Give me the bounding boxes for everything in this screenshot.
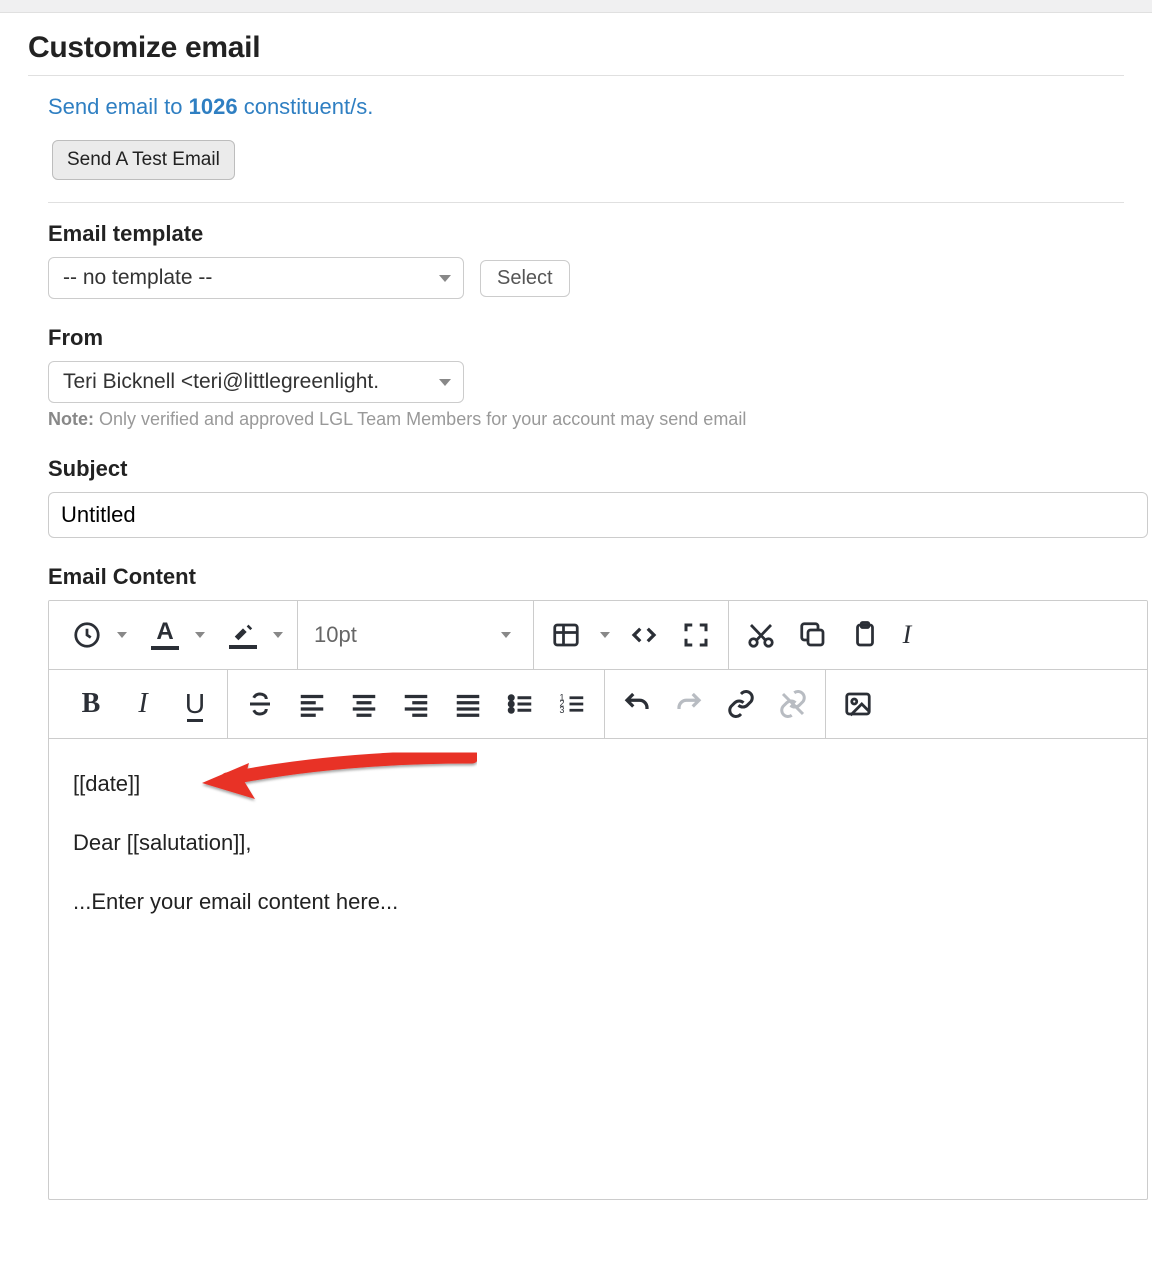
content-line-date: [[date]] [73,769,1123,800]
font-size-select[interactable]: 10pt [298,601,534,669]
bold-button[interactable]: B [67,680,115,728]
svg-text:3: 3 [560,705,565,715]
subject-label: Subject [48,456,1124,482]
content-line-greeting: Dear [[salutation]], [73,828,1123,859]
underline-button[interactable]: U [171,680,219,728]
toolbar-group-media [826,670,890,738]
source-code-button[interactable] [620,611,668,659]
toolbar-group-insert [534,601,729,669]
select-template-button[interactable]: Select [480,260,570,297]
paste-text-button[interactable]: I [893,611,921,659]
align-center-button[interactable] [340,680,388,728]
email-template-select[interactable]: -- no template -- [48,257,464,299]
subject-input[interactable] [48,492,1148,538]
editor-toolbar-row-2: B I U [49,670,1147,739]
email-template-label: Email template [48,221,1124,247]
numbered-list-button[interactable]: 123 [548,680,596,728]
page-container: Customize email Send email to 1026 const… [0,13,1152,1200]
window-chrome-strip [0,0,1152,13]
font-color-button[interactable]: A [145,620,185,650]
align-right-button[interactable] [392,680,440,728]
align-justify-button[interactable] [444,680,492,728]
table-button[interactable] [542,611,590,659]
from-label: From [48,325,1124,351]
fullscreen-button[interactable] [672,611,720,659]
unlink-button[interactable] [769,680,817,728]
image-button[interactable] [834,680,882,728]
section-divider [48,202,1124,203]
email-content-label: Email Content [48,564,1124,590]
paste-button[interactable] [841,611,889,659]
cut-button[interactable] [737,611,785,659]
toolbar-group-history-link [605,670,826,738]
italic-button[interactable]: I [119,680,167,728]
font-color-swatch [151,646,179,650]
link-button[interactable] [717,680,765,728]
highlight-color-swatch [229,645,257,649]
from-select[interactable]: Teri Bicknell <teri@littlegreenlight. [48,361,464,403]
chevron-down-icon [501,632,511,638]
redo-button[interactable] [665,680,713,728]
chevron-down-icon[interactable] [117,632,127,638]
toolbar-group-clipboard: I [729,601,929,669]
undo-button[interactable] [613,680,661,728]
title-divider [28,75,1124,76]
constituent-count: 1026 [189,94,238,119]
toolbar-group-fontcolor: A [49,601,298,669]
highlight-color-button[interactable] [223,621,263,649]
toolbar-group-text-style: B I U [49,670,228,738]
note-prefix: Note: [48,409,94,429]
chevron-down-icon[interactable] [273,632,283,638]
chevron-down-icon[interactable] [195,632,205,638]
chevron-down-icon[interactable] [600,632,610,638]
strikethrough-button[interactable] [236,680,284,728]
insert-time-button[interactable] [67,611,107,659]
copy-button[interactable] [789,611,837,659]
note-text: Only verified and approved LGL Team Memb… [94,409,746,429]
toolbar-group-paragraph: 123 [228,670,605,738]
rich-text-editor: A 10pt [48,600,1148,1200]
content-line-placeholder: ...Enter your email content here... [73,887,1123,918]
email-template-value: -- no template -- [63,266,212,290]
bullet-list-button[interactable] [496,680,544,728]
from-value: Teri Bicknell <teri@littlegreenlight. [63,370,379,394]
chevron-down-icon [439,275,451,282]
send-link-prefix: Send email to [48,94,189,119]
send-test-email-button[interactable]: Send A Test Email [52,140,235,180]
chevron-down-icon [439,379,451,386]
send-email-to-link[interactable]: Send email to 1026 constituent/s. [48,94,1124,120]
send-link-suffix: constituent/s. [238,94,374,119]
page-title: Customize email [28,31,1124,65]
editor-toolbar-row-1: A 10pt [49,601,1147,670]
font-size-value: 10pt [314,622,357,648]
align-left-button[interactable] [288,680,336,728]
editor-content-area[interactable]: [[date]] Dear [[salutation]], ...Enter y… [49,739,1147,1199]
from-note: Note: Only verified and approved LGL Tea… [48,409,1124,430]
